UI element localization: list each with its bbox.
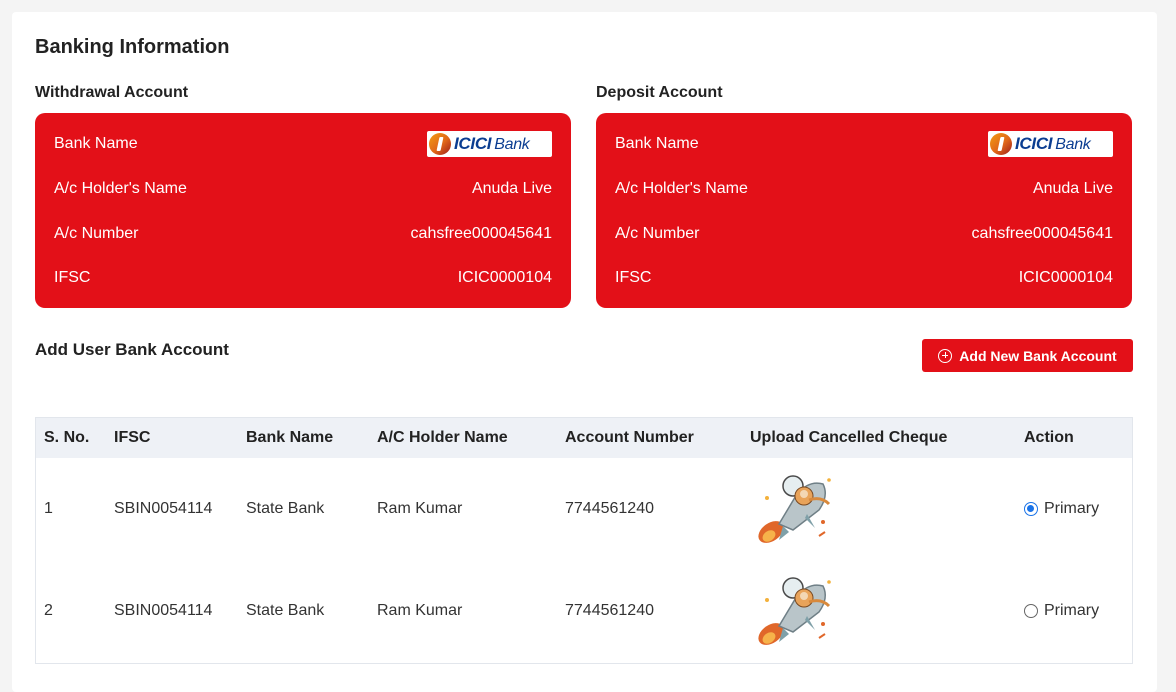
holder-label: A/c Holder's Name [54, 180, 187, 197]
holder-row: A/c Holder's Name Anuda Live [615, 177, 1113, 201]
add-user-bank-title: Add User Bank Account [35, 340, 229, 359]
withdrawal-account-label: Withdrawal Account [35, 84, 189, 101]
account-number-row: A/c Number cahsfree000045641 [54, 222, 552, 246]
cell-account-number: 7744561240 [565, 602, 654, 619]
col-sno: S. No. [44, 429, 90, 446]
ifsc-row: IFSC ICIC0000104 [615, 266, 1113, 290]
account-number-label: A/c Number [54, 225, 139, 242]
holder-value: Anuda Live [471, 180, 552, 197]
ifsc-label: IFSC [54, 269, 91, 286]
bank-name-label: Bank Name [54, 135, 138, 152]
cell-bank-name: State Bank [246, 500, 325, 517]
col-cancelled-cheque: Upload Cancelled Cheque [750, 429, 948, 446]
cell-holder-name: Ram Kumar [377, 602, 463, 619]
icici-logo-icon [990, 133, 1012, 155]
col-holder-name: A/C Holder Name [377, 429, 508, 446]
account-number-label: A/c Number [615, 225, 700, 242]
primary-radio-option[interactable]: Primary [1024, 560, 1099, 662]
cell-sno: 1 [44, 500, 53, 517]
account-number-value: cahsfree000045641 [971, 225, 1113, 242]
primary-label: Primary [1044, 602, 1100, 619]
bank-name-label: Bank Name [615, 135, 699, 152]
banking-panel: Banking Information Withdrawal Account B… [12, 12, 1157, 692]
primary-radio-option[interactable]: Primary [1024, 458, 1099, 560]
bank-name-row: Bank Name ICICI Bank [615, 131, 1113, 157]
holder-label: A/c Holder's Name [615, 180, 748, 197]
col-account-number: Account Number [565, 429, 694, 446]
icici-bank-logo: ICICI Bank [427, 131, 552, 157]
cheque-image[interactable] [749, 466, 837, 552]
col-bank-name: Bank Name [246, 429, 334, 446]
bank-name-row: Bank Name ICICI Bank [54, 131, 552, 157]
cell-sno: 2 [44, 602, 53, 619]
page-title: Banking Information [35, 36, 230, 58]
cheque-image[interactable] [749, 568, 837, 654]
ifsc-value: ICIC0000104 [457, 269, 552, 286]
cell-ifsc: SBIN0054114 [114, 602, 213, 619]
withdrawal-account-card: Bank Name ICICI Bank A/c Holder's Name An… [35, 113, 571, 308]
primary-radio[interactable] [1024, 502, 1038, 516]
ifsc-value: ICIC0000104 [1018, 269, 1113, 286]
col-ifsc: IFSC [114, 429, 151, 446]
col-action: Action [1024, 429, 1074, 446]
deposit-account-label: Deposit Account [596, 84, 723, 101]
primary-radio[interactable] [1024, 604, 1038, 618]
account-number-value: cahsfree000045641 [410, 225, 552, 242]
table-row: 2 SBIN0054114 State Bank Ram Kumar 77445… [36, 560, 1132, 662]
primary-label: Primary [1044, 500, 1100, 517]
holder-row: A/c Holder's Name Anuda Live [54, 177, 552, 201]
cell-account-number: 7744561240 [565, 500, 654, 517]
plus-circle-icon [938, 348, 953, 363]
cell-holder-name: Ram Kumar [377, 500, 463, 517]
table-row: 1 SBIN0054114 State Bank Ram Kumar 77445… [36, 458, 1132, 560]
icici-logo-icon [429, 133, 451, 155]
holder-value: Anuda Live [1032, 180, 1113, 197]
table-header: S. No. IFSC Bank Name A/C Holder Name Ac… [36, 418, 1132, 458]
ifsc-label: IFSC [615, 269, 652, 286]
icici-bank-logo: ICICI Bank [988, 131, 1113, 157]
cell-ifsc: SBIN0054114 [114, 500, 213, 517]
ifsc-row: IFSC ICIC0000104 [54, 266, 552, 290]
add-button-label: Add New Bank Account [959, 347, 1117, 364]
add-new-bank-account-button[interactable]: Add New Bank Account [922, 339, 1133, 372]
account-number-row: A/c Number cahsfree000045641 [615, 222, 1113, 246]
cell-bank-name: State Bank [246, 602, 325, 619]
bank-accounts-table: S. No. IFSC Bank Name A/C Holder Name Ac… [35, 417, 1133, 664]
deposit-account-card: Bank Name ICICI Bank A/c Holder's Name An… [596, 113, 1132, 308]
